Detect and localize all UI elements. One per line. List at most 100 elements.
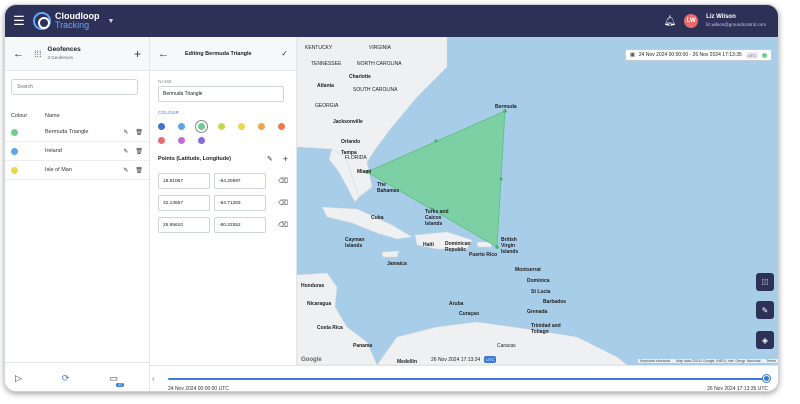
delete-trash-icon[interactable]: 🗑︎ — [135, 148, 143, 155]
map-label: Atlanta — [317, 83, 334, 89]
latitude-field[interactable]: 25.95610 — [158, 217, 210, 233]
longitude-field[interactable]: -80.22552 — [214, 217, 266, 233]
name-label: NAME — [158, 79, 173, 84]
midpoint-handle[interactable] — [499, 177, 503, 181]
bell-icon[interactable]: 🔔︎ — [663, 16, 676, 27]
land-jamaica — [381, 250, 400, 258]
map-label: Cuba — [371, 215, 384, 221]
user-name: Liz Wilson — [706, 14, 736, 20]
layers-button[interactable]: ◈ — [756, 331, 774, 349]
swatch-magenta[interactable] — [178, 137, 185, 144]
column-name: Name — [45, 113, 60, 119]
date-range-picker[interactable]: ▦ 24 Nov 2024 00:00:00 - 26 Nov 2024 17:… — [625, 49, 772, 61]
latitude-field[interactable]: 18.81067 — [158, 173, 210, 189]
swatch-red[interactable] — [158, 137, 165, 144]
longitude-field[interactable]: -64.20697 — [214, 173, 266, 189]
timeline-slider-handle[interactable] — [763, 375, 770, 382]
logo-subtitle: Tracking — [55, 20, 90, 30]
colour-label: COLOUR — [158, 110, 180, 115]
edit-points-pencil-icon[interactable]: ✎ — [267, 155, 273, 163]
app-window: ☰ Cloudloop Tracking ▼ 🔔︎ LW Liz Wilson … — [4, 4, 779, 392]
calendar-icon: ▦ — [630, 52, 635, 58]
swatch-blue[interactable] — [158, 123, 165, 130]
devices-icon[interactable]: ▭ 42 — [109, 373, 124, 387]
colour-dot — [11, 166, 18, 174]
map-label: Honduras — [301, 283, 325, 289]
map-label: Costa Rica — [317, 325, 343, 331]
swatch-light-blue[interactable] — [178, 123, 185, 130]
vertex-bvi[interactable] — [495, 245, 499, 249]
delete-trash-icon[interactable]: 🗑︎ — [135, 167, 143, 174]
map-label: VIRGINIA — [369, 45, 391, 51]
add-point-icon[interactable]: + — [283, 154, 288, 164]
table-row[interactable]: Isle of Man ✎ 🗑︎ — [5, 161, 149, 180]
map-label: Jacksonville — [333, 119, 363, 125]
map-label: Tampa — [341, 150, 357, 156]
edit-pencil-icon[interactable]: ✎ — [123, 129, 128, 136]
live-status-dot — [762, 52, 767, 58]
swatch-orange[interactable] — [258, 123, 265, 130]
refresh-icon[interactable]: ⟳ — [62, 373, 70, 384]
app-logo[interactable]: Cloudloop Tracking ▼ — [33, 12, 114, 30]
map-label: Caracas — [497, 343, 516, 349]
geofence-name: Isle of Man — [45, 167, 72, 173]
map-label: Dominica — [527, 278, 550, 284]
geofences-header: ← ⁞⁞⁞ Geofences 3 Geofences + — [5, 37, 149, 71]
hamburger-menu-icon[interactable]: ☰ — [5, 5, 33, 37]
swatch-yellow[interactable] — [238, 123, 245, 130]
delete-trash-icon[interactable]: 🗑︎ — [135, 129, 143, 136]
search-input[interactable] — [11, 79, 138, 95]
map-view[interactable]: KENTUCKY VIRGINIA TENNESSEE NORTH CAROLI… — [297, 37, 778, 365]
map-label: Montserrat — [515, 267, 541, 273]
midpoint-handle[interactable] — [434, 139, 438, 143]
map-label: Grenada — [527, 309, 548, 315]
table-row[interactable]: Ireland ✎ 🗑︎ — [5, 142, 149, 161]
swatch-purple[interactable] — [198, 137, 205, 144]
map-label: The Bahamas — [377, 182, 400, 194]
terms-link[interactable]: Terms — [766, 359, 776, 363]
name-field[interactable]: Bermuda Triangle — [158, 86, 284, 102]
column-colour: Colour — [11, 113, 28, 119]
save-check-icon[interactable]: ✓ — [281, 49, 288, 58]
back-arrow-icon[interactable]: ← — [158, 48, 169, 60]
swatch-green-selected[interactable] — [198, 123, 205, 130]
geofence-icon: ⁞⁞⁞ — [34, 48, 42, 59]
edit-pencil-icon[interactable]: ✎ — [123, 148, 128, 155]
user-menu[interactable]: Liz Wilson liz.wilson@groundcontrol.com — [706, 13, 766, 29]
date-range-text: 24 Nov 2024 00:00:00 - 26 Nov 2024 17:13… — [638, 52, 742, 58]
remove-point-icon[interactable]: ⌫ — [278, 199, 288, 207]
longitude-field[interactable]: -64.71283 — [214, 195, 266, 211]
map-label: Jamaica — [387, 261, 407, 267]
geofence-layer-button[interactable]: ⁞⁞⁞ — [756, 273, 774, 291]
point-row: 18.81067 -64.20697 ⌫ — [150, 170, 296, 192]
collapse-chevron-icon[interactable]: ‹ — [152, 376, 154, 383]
avatar[interactable]: LW — [684, 14, 699, 28]
edit-pencil-icon[interactable]: ✎ — [123, 167, 128, 174]
keyboard-shortcuts-link[interactable]: Keyboard shortcuts — [640, 359, 670, 363]
chevron-down-icon[interactable]: ▼ — [108, 18, 115, 25]
map-label: Haiti — [423, 242, 434, 248]
draw-tool-button[interactable]: ✎ — [756, 301, 774, 319]
table-row[interactable]: Bermuda Triangle ✎ 🗑︎ — [5, 123, 149, 142]
play-icon[interactable]: ▷ — [15, 373, 22, 384]
edit-header: ← Editing Bermuda Triangle ✓ — [150, 37, 296, 71]
colour-swatches — [150, 117, 296, 144]
map-label: Cayman Islands — [345, 237, 365, 249]
add-geofence-icon[interactable]: + — [134, 47, 141, 61]
remove-point-icon[interactable]: ⌫ — [278, 177, 288, 185]
geofence-name: Ireland — [45, 148, 62, 154]
table-header: Colour Name — [5, 103, 149, 123]
back-arrow-icon[interactable]: ← — [13, 48, 24, 60]
playback-controls: ▷ ⟳ ▭ 42 — [5, 362, 150, 391]
remove-point-icon[interactable]: ⌫ — [278, 221, 288, 229]
map-label: Nicaragua — [307, 301, 332, 307]
map-label: TENNESSEE — [311, 61, 342, 67]
timeline-track[interactable] — [168, 378, 766, 380]
point-row: 32.13657 -64.71283 ⌫ — [150, 192, 296, 214]
swatch-dark-orange[interactable] — [278, 123, 285, 130]
map-label: NORTH CAROLINA — [357, 61, 402, 67]
latitude-field[interactable]: 32.13657 — [158, 195, 210, 211]
panel-title: Geofences — [47, 45, 81, 53]
swatch-lime[interactable] — [218, 123, 225, 130]
edit-title: Editing Bermuda Triangle — [185, 50, 252, 57]
